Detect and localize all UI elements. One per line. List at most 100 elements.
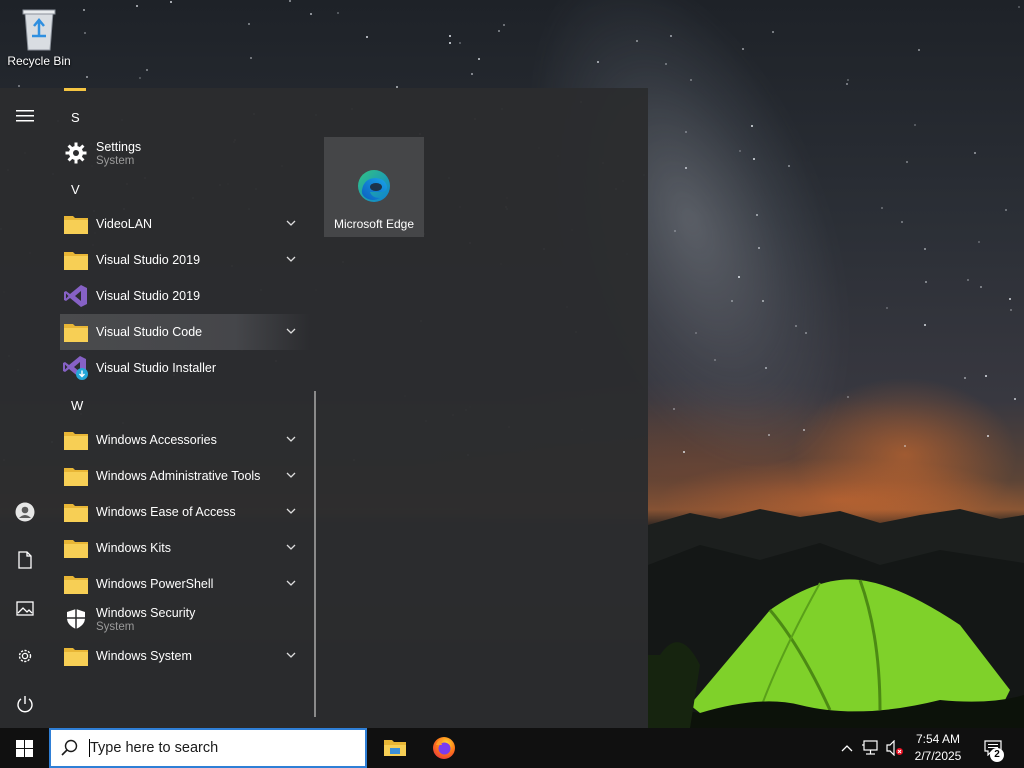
show-hidden-icons-button[interactable] <box>838 728 856 768</box>
chevron-up-icon <box>841 745 853 752</box>
star <box>847 79 849 81</box>
pictures-button[interactable] <box>0 584 50 632</box>
star <box>471 73 473 75</box>
star <box>731 300 733 302</box>
star <box>248 23 250 25</box>
clock-time: 7:54 AM <box>915 732 961 746</box>
app-visual-studio-code-folder[interactable]: Visual Studio Code <box>60 314 310 350</box>
star <box>449 42 451 44</box>
star <box>788 165 790 167</box>
documents-icon <box>18 551 32 569</box>
star <box>886 307 888 309</box>
recycle-bin-label: Recycle Bin <box>7 54 71 68</box>
documents-button[interactable] <box>0 536 50 584</box>
app-windows-administrative-tools[interactable]: Windows Administrative Tools <box>60 458 310 494</box>
star <box>695 332 697 334</box>
recycle-bin[interactable]: Recycle Bin <box>4 6 74 68</box>
user-icon <box>15 502 35 522</box>
chevron-down-icon[interactable] <box>284 432 298 446</box>
star <box>84 32 86 34</box>
star <box>765 367 767 369</box>
tile-microsoft-edge[interactable]: Microsoft Edge <box>324 137 424 237</box>
star <box>714 359 716 361</box>
star <box>762 300 764 302</box>
star <box>974 152 976 154</box>
star <box>18 85 20 87</box>
group-header-w[interactable]: W <box>71 391 83 421</box>
folder-icon <box>64 216 88 234</box>
star <box>758 247 760 249</box>
taskbar-clock[interactable]: 7:54 AM 2/7/2025 <box>904 731 972 765</box>
star <box>742 48 744 50</box>
taskbar-firefox[interactable] <box>420 728 468 768</box>
visual-studio-icon <box>64 285 87 307</box>
app-name: VideoLAN <box>96 217 153 231</box>
group-header-v[interactable]: V <box>71 175 80 205</box>
settings-rail-button[interactable] <box>0 632 50 680</box>
app-windows-system[interactable]: Windows System <box>60 638 310 674</box>
firefox-icon <box>433 737 455 759</box>
star <box>805 332 807 334</box>
app-settings[interactable]: Settings System <box>60 134 310 172</box>
star <box>673 408 675 410</box>
power-button[interactable] <box>0 680 50 728</box>
star <box>1005 209 1007 211</box>
folder-icon <box>64 576 88 594</box>
app-windows-security[interactable]: Windows Security System <box>60 600 310 638</box>
chevron-down-icon[interactable] <box>284 252 298 266</box>
folder-icon <box>64 324 88 342</box>
expand-menu-button[interactable] <box>0 92 50 140</box>
star <box>146 69 148 71</box>
network-status[interactable] <box>860 728 882 768</box>
star <box>498 30 500 32</box>
star <box>1018 6 1020 8</box>
app-name: Windows Administrative Tools <box>96 469 261 483</box>
volume-muted-icon <box>886 740 903 756</box>
taskbar: Type here to search 7:54 AM 2/7/2025 2 <box>0 728 1024 768</box>
gear-icon <box>65 142 87 164</box>
chevron-down-icon[interactable] <box>284 324 298 338</box>
group-header-s[interactable]: S <box>71 103 80 133</box>
star <box>739 150 741 152</box>
taskbar-file-explorer[interactable] <box>371 728 419 768</box>
start-button[interactable] <box>0 728 48 768</box>
star <box>964 377 966 379</box>
chevron-down-icon[interactable] <box>284 504 298 518</box>
start-menu: S Settings System V VideoLAN Visual Studi… <box>0 88 648 728</box>
power-icon <box>17 696 33 713</box>
chevron-down-icon[interactable] <box>284 576 298 590</box>
app-videolan[interactable]: VideoLAN <box>60 206 310 242</box>
star <box>86 76 88 78</box>
star <box>478 58 480 60</box>
star <box>881 207 883 209</box>
chevron-down-icon[interactable] <box>284 468 298 482</box>
app-visual-studio-2019[interactable]: Visual Studio 2019 <box>60 278 310 314</box>
pictures-icon <box>16 600 34 616</box>
chevron-down-icon[interactable] <box>284 540 298 554</box>
chevron-down-icon[interactable] <box>284 648 298 662</box>
app-windows-ease-of-access[interactable]: Windows Ease of Access <box>60 494 310 530</box>
folder-icon <box>64 468 88 486</box>
app-name: Visual Studio Code <box>96 325 203 339</box>
app-visual-studio-installer[interactable]: Visual Studio Installer <box>60 350 310 386</box>
app-windows-accessories[interactable]: Windows Accessories <box>60 422 310 458</box>
star <box>459 42 461 44</box>
app-list-scrollbar[interactable] <box>314 391 316 717</box>
start-rail <box>0 88 50 728</box>
star <box>674 230 676 232</box>
star <box>906 161 908 163</box>
volume-status[interactable] <box>884 728 906 768</box>
folder-icon-partial <box>64 88 86 91</box>
star <box>901 221 903 223</box>
app-windows-kits[interactable]: Windows Kits <box>60 530 310 566</box>
star <box>918 49 920 51</box>
star <box>987 435 989 437</box>
star <box>1010 309 1012 311</box>
edge-icon <box>358 170 390 202</box>
taskbar-search-box[interactable]: Type here to search <box>49 728 367 768</box>
star <box>914 124 916 126</box>
chevron-down-icon[interactable] <box>284 216 298 230</box>
app-visual-studio-2019-folder[interactable]: Visual Studio 2019 <box>60 242 310 278</box>
account-button[interactable] <box>0 488 50 536</box>
app-windows-powershell[interactable]: Windows PowerShell <box>60 566 310 602</box>
